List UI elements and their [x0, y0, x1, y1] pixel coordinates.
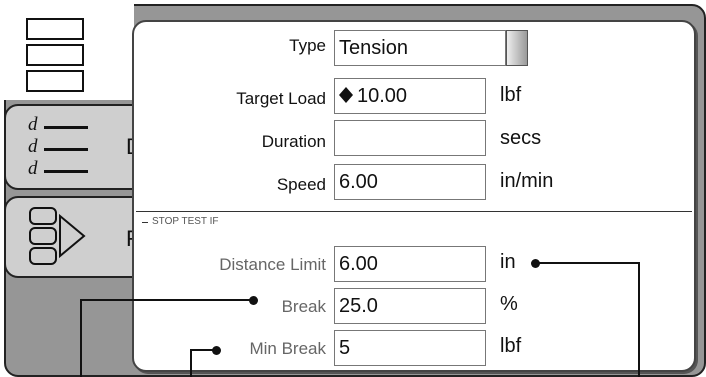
speed-field[interactable]: 6.00	[334, 164, 486, 200]
callout-line	[190, 349, 192, 377]
min-break-unit: lbf	[500, 335, 522, 357]
speed-unit: in/min	[500, 170, 554, 192]
duration-label: Duration	[261, 132, 326, 151]
type-select[interactable]: Tension	[334, 30, 506, 66]
min-break-field[interactable]: 5	[334, 330, 486, 366]
callout-line	[535, 262, 640, 264]
d-letter: d	[28, 158, 38, 179]
d-letter: d	[28, 114, 38, 135]
block-icon	[26, 18, 84, 40]
target-load-field[interactable]: 10.00	[334, 78, 486, 114]
break-unit: %	[500, 293, 518, 315]
callout-line	[190, 349, 216, 351]
distance-limit-label: Distance Limit	[219, 255, 326, 274]
callout-line	[638, 262, 640, 377]
test-blocks-icon[interactable]	[4, 4, 134, 100]
speed-label: Speed	[276, 175, 326, 194]
d-letter: d	[28, 136, 38, 157]
section-divider	[136, 211, 692, 212]
block-icon	[26, 44, 84, 66]
duration-field[interactable]	[334, 120, 486, 156]
callout-line	[80, 299, 82, 377]
stacked-arrow-icon	[29, 207, 86, 265]
duration-unit: secs	[500, 127, 542, 149]
type-dropdown-button[interactable]	[506, 30, 528, 66]
distance-limit-field[interactable]: 6.00	[334, 246, 486, 282]
line-icon	[44, 170, 88, 173]
distance-limit-unit: in	[500, 251, 516, 273]
section-dash	[142, 222, 148, 223]
stop-test-heading: STOP TEST IF	[152, 216, 219, 227]
min-break-label: Min Break	[249, 339, 326, 358]
line-icon	[44, 148, 88, 151]
block-icon	[26, 70, 84, 92]
target-load-unit: lbf	[500, 84, 522, 106]
target-load-label: Target Load	[236, 89, 326, 108]
target-load-value: 10.00	[357, 85, 408, 107]
break-field[interactable]: 25.0	[334, 288, 486, 324]
line-icon	[44, 126, 88, 129]
stepper-icon[interactable]	[339, 87, 353, 103]
callout-line	[80, 299, 252, 301]
type-label: Type	[289, 36, 326, 55]
